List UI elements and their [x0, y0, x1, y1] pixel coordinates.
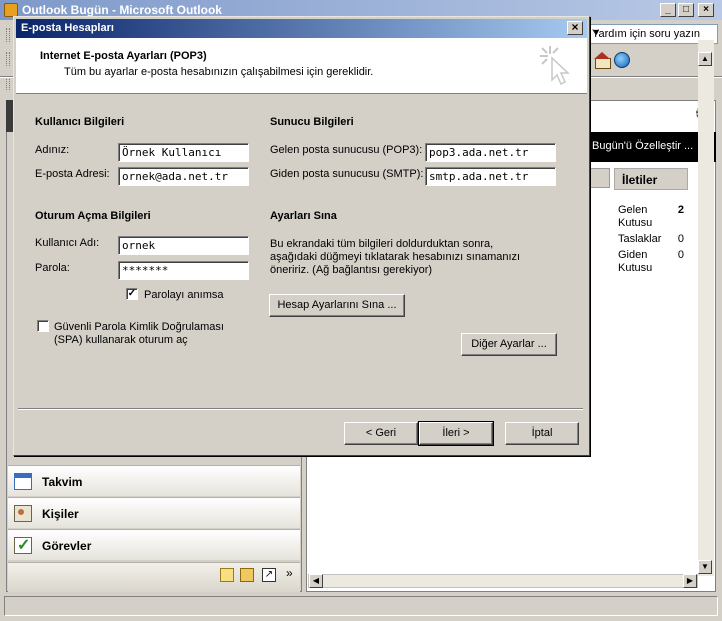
dialog-close-button[interactable]: × — [567, 21, 583, 35]
test-settings-heading: Ayarları Sına — [270, 210, 337, 222]
scroll-up-arrow-icon[interactable]: ▲ — [698, 52, 712, 66]
notes-icon[interactable] — [220, 568, 234, 582]
user-info-heading: Kullanıcı Bilgileri — [35, 116, 125, 128]
web-search-icon[interactable] — [614, 52, 630, 68]
folder-name: Taslaklar — [618, 233, 662, 245]
more-settings-button[interactable]: Diğer Ayarlar ... — [461, 333, 557, 356]
dialog-header: Internet E-posta Ayarları (POP3) Tüm bu … — [16, 38, 587, 94]
password-field[interactable]: ******* — [118, 261, 249, 280]
outlook-window-title: Outlook Bugün - Microsoft Outlook — [22, 3, 222, 17]
cancel-button[interactable]: İptal — [505, 422, 579, 445]
email-field[interactable]: ornek@ada.net.tr — [118, 167, 249, 186]
list-header-cell — [590, 168, 610, 188]
email-label: E-posta Adresi: — [35, 168, 110, 180]
maximize-button[interactable]: □ — [678, 3, 694, 17]
incoming-server-label: Gelen posta sunucusu (POP3): — [270, 144, 423, 156]
nav-button-contacts[interactable]: Kişiler — [8, 497, 300, 528]
window-close-button[interactable]: × — [698, 3, 714, 17]
test-description-line2: aşağıdaki düğmeyi tıklatarak hesabınızı … — [270, 251, 521, 263]
outlook-app-icon — [4, 3, 18, 17]
nav-shortcut-bar — [8, 562, 300, 592]
messages-header: İletiler — [614, 168, 688, 190]
calendar-icon — [14, 473, 32, 490]
name-label: Adınız: — [35, 144, 70, 156]
toolbar-grip[interactable] — [6, 28, 10, 42]
test-account-settings-button[interactable]: Hesap Ayarlarını Sına ... — [269, 294, 405, 317]
nav-label: Görevler — [42, 539, 92, 553]
outgoing-server-label: Giden posta sunucusu (SMTP): — [270, 168, 424, 180]
test-description-line3: öneririz. (Ağ bağlantısı gerekiyor) — [270, 264, 433, 276]
username-field[interactable]: ornek — [118, 236, 249, 255]
nav-label: Takvim — [42, 475, 83, 489]
scroll-right-arrow-icon[interactable]: ▶ — [683, 574, 697, 588]
toolbar-grip[interactable] — [6, 76, 10, 90]
toolbar-grip[interactable] — [6, 52, 10, 66]
minimize-button[interactable]: _ — [660, 3, 676, 17]
folder-name: Gelen Kutusu — [618, 204, 653, 229]
email-accounts-dialog: E-posta Hesapları × Internet E-posta Aya… — [13, 16, 590, 456]
messages-header-label: İletiler — [622, 173, 658, 187]
header-title: Internet E-posta Ayarları (POP3) — [40, 50, 207, 62]
scroll-left-arrow-icon[interactable]: ◀ — [309, 574, 323, 588]
username-label: Kullanıcı Adı: — [35, 237, 100, 249]
shortcuts-icon[interactable]: ↗ — [262, 568, 276, 582]
cursor-click-icon — [540, 46, 570, 86]
folder-list-icon[interactable] — [240, 568, 254, 582]
remember-password-label: Parolayı anımsa — [144, 289, 224, 301]
spa-checkbox[interactable] — [37, 320, 49, 332]
next-button[interactable]: İleri > — [418, 421, 494, 446]
chevron-down-icon[interactable]: ▼ — [592, 27, 714, 37]
test-description-line1: Bu ekrandaki tüm bilgileri doldurduktan … — [270, 238, 494, 250]
customize-today-link[interactable]: Bugün'ü Özelleştir ... — [592, 140, 693, 152]
server-info-heading: Sunucu Bilgileri — [270, 116, 354, 128]
remember-password-checkbox[interactable]: ✓ — [126, 288, 138, 300]
status-bar — [4, 596, 718, 616]
home-icon[interactable] — [594, 52, 611, 69]
nav-label: Kişiler — [42, 507, 79, 521]
folder-count: 2 — [677, 204, 684, 216]
folder-name: Giden Kutusu — [618, 249, 653, 274]
spa-label-line2: (SPA) kullanarak oturum aç — [54, 334, 188, 346]
configure-buttons-icon[interactable]: » — [286, 566, 296, 580]
spa-label-line1: Güvenli Parola Kimlik Doğrulaması — [54, 321, 224, 333]
dialog-title-bar: E-posta Hesapları × — [16, 19, 587, 38]
nav-button-tasks[interactable]: Görevler — [8, 529, 300, 560]
contacts-icon — [14, 505, 32, 522]
folder-count: 0 — [677, 249, 684, 261]
horizontal-scrollbar[interactable]: ◀ ▶ — [308, 574, 698, 588]
name-field[interactable]: Örnek Kullanıcı — [118, 143, 249, 162]
nav-button-calendar[interactable]: Takvim — [8, 465, 300, 496]
outgoing-server-field[interactable]: smtp.ada.net.tr — [425, 167, 556, 186]
password-label: Parola: — [35, 262, 70, 274]
scroll-down-arrow-icon[interactable]: ▼ — [698, 560, 712, 574]
header-subtitle: Tüm bu ayarlar e-posta hesabınızın çalış… — [64, 66, 374, 78]
back-button[interactable]: < Geri — [344, 422, 418, 445]
tasks-icon — [14, 535, 32, 555]
folder-count: 0 — [677, 233, 684, 245]
dialog-title: E-posta Hesapları — [21, 22, 114, 34]
incoming-server-field[interactable]: pop3.ada.net.tr — [425, 143, 556, 162]
footer-divider — [18, 408, 583, 410]
vertical-scrollbar[interactable]: ▲ ▼ — [698, 40, 714, 576]
login-info-heading: Oturum Açma Bilgileri — [35, 210, 151, 222]
